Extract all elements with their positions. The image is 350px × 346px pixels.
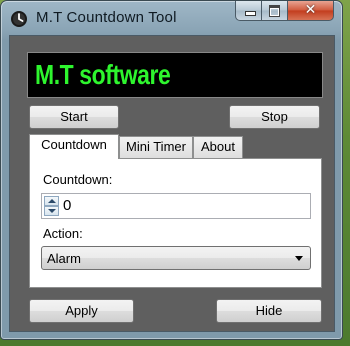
- countdown-value[interactable]: 0: [63, 197, 71, 214]
- action-label: Action:: [43, 226, 83, 241]
- caption-buttons: ✕: [235, 1, 334, 21]
- countdown-input[interactable]: 0: [41, 193, 311, 219]
- app-window: M.T Countdown Tool ✕ M.T software Start …: [0, 0, 343, 340]
- increment-button[interactable]: [44, 196, 59, 206]
- apply-button[interactable]: Apply: [29, 299, 134, 323]
- clock-icon: [11, 11, 27, 27]
- maximize-icon: [269, 5, 280, 17]
- stop-button[interactable]: Stop: [229, 105, 320, 129]
- close-icon: ✕: [304, 2, 317, 18]
- client-area: M.T software Start Stop Countdown Mini T…: [9, 35, 335, 332]
- tab-mini-timer[interactable]: Mini Timer: [119, 136, 193, 158]
- minimize-button[interactable]: [235, 1, 262, 21]
- window-title: M.T Countdown Tool: [36, 9, 177, 26]
- decrement-button[interactable]: [44, 206, 59, 216]
- hide-button[interactable]: Hide: [216, 299, 322, 323]
- title-bar[interactable]: M.T Countdown Tool ✕: [1, 1, 342, 35]
- tab-countdown[interactable]: Countdown: [29, 134, 119, 159]
- countdown-stepper[interactable]: [44, 196, 59, 216]
- countdown-panel: Countdown: 0 Action: Alarm: [29, 158, 322, 288]
- action-select[interactable]: Alarm: [41, 246, 311, 270]
- lcd-display: M.T software: [27, 52, 323, 98]
- start-button[interactable]: Start: [29, 105, 119, 129]
- minimize-icon: [245, 11, 256, 16]
- countdown-label: Countdown:: [43, 172, 113, 187]
- arrow-up-icon: [48, 199, 56, 203]
- action-selected-value: Alarm: [47, 251, 81, 266]
- display-text: M.T software: [35, 59, 171, 90]
- tab-about[interactable]: About: [193, 136, 243, 158]
- chevron-down-icon: [295, 256, 303, 261]
- close-button[interactable]: ✕: [288, 1, 334, 21]
- maximize-button[interactable]: [262, 1, 288, 21]
- arrow-down-icon: [48, 209, 56, 213]
